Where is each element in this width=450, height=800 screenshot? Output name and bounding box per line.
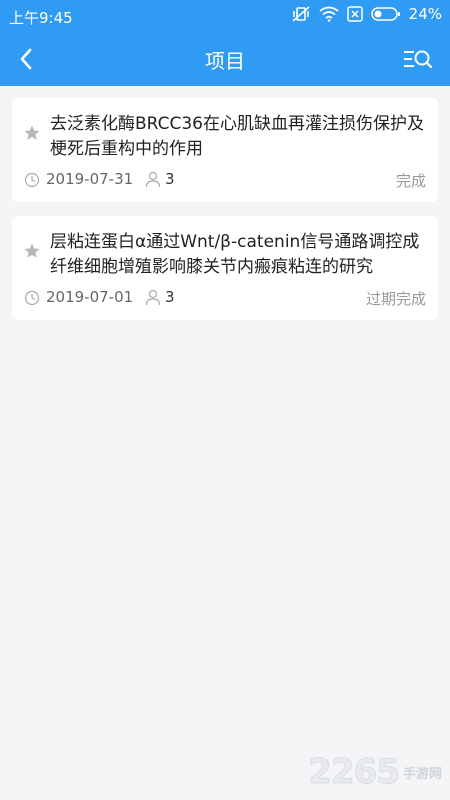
- vibrate-icon: [292, 6, 310, 22]
- status-time: 上午9:45: [9, 9, 73, 27]
- status-bar: 上午9:45 24%: [0, 0, 450, 32]
- status-icons: 24%: [291, 5, 442, 23]
- project-card[interactable]: 去泛素化酶BRCC36在心肌缺血再灌注损伤保护及梗死后重构中的作用 2019-0…: [12, 98, 438, 202]
- battery-icon: [370, 7, 400, 21]
- project-title: 层粘连蛋白α通过Wnt/β-catenin信号通路调控成纤维细胞增殖影响膝关节内…: [50, 232, 420, 277]
- watermark-text: 手游网: [402, 766, 442, 782]
- app-header: 上午9:45 24% 项目: [0, 0, 450, 86]
- person-icon: [145, 171, 161, 188]
- battery-percent: 24%: [408, 5, 442, 23]
- status-text: 完成: [395, 172, 426, 190]
- page-title: 项目: [205, 49, 245, 73]
- person-icon: [145, 289, 161, 306]
- sim-icon: [346, 6, 363, 22]
- project-date: 2019-07-31: [46, 170, 134, 188]
- star-icon[interactable]: [23, 242, 41, 260]
- project-card[interactable]: 层粘连蛋白α通过Wnt/β-catenin信号通路调控成纤维细胞增殖影响膝关节内…: [12, 216, 438, 320]
- watermark-number: 2265: [308, 752, 401, 793]
- filter-search-button[interactable]: [402, 44, 434, 74]
- member-count: 3: [165, 288, 175, 306]
- project-meta: 2019-07-01 3 过期完成: [24, 288, 426, 310]
- status-text: 过期完成: [365, 290, 426, 308]
- member-count: 3: [165, 170, 175, 188]
- star-icon[interactable]: [23, 124, 41, 142]
- wifi-icon: [319, 6, 339, 22]
- project-title: 去泛素化酶BRCC36在心肌缺血再灌注损伤保护及梗死后重构中的作用: [50, 114, 424, 159]
- nav-bar: 项目: [0, 32, 450, 86]
- clock-icon: [24, 290, 40, 306]
- project-list: 去泛素化酶BRCC36在心肌缺血再灌注损伤保护及梗死后重构中的作用 2019-0…: [12, 98, 438, 334]
- clock-icon: [24, 172, 40, 188]
- project-date: 2019-07-01: [46, 288, 134, 306]
- watermark-logo: 2265 手游网: [308, 752, 442, 793]
- project-meta: 2019-07-31 3 完成: [24, 170, 426, 192]
- list-search-icon: [404, 50, 433, 69]
